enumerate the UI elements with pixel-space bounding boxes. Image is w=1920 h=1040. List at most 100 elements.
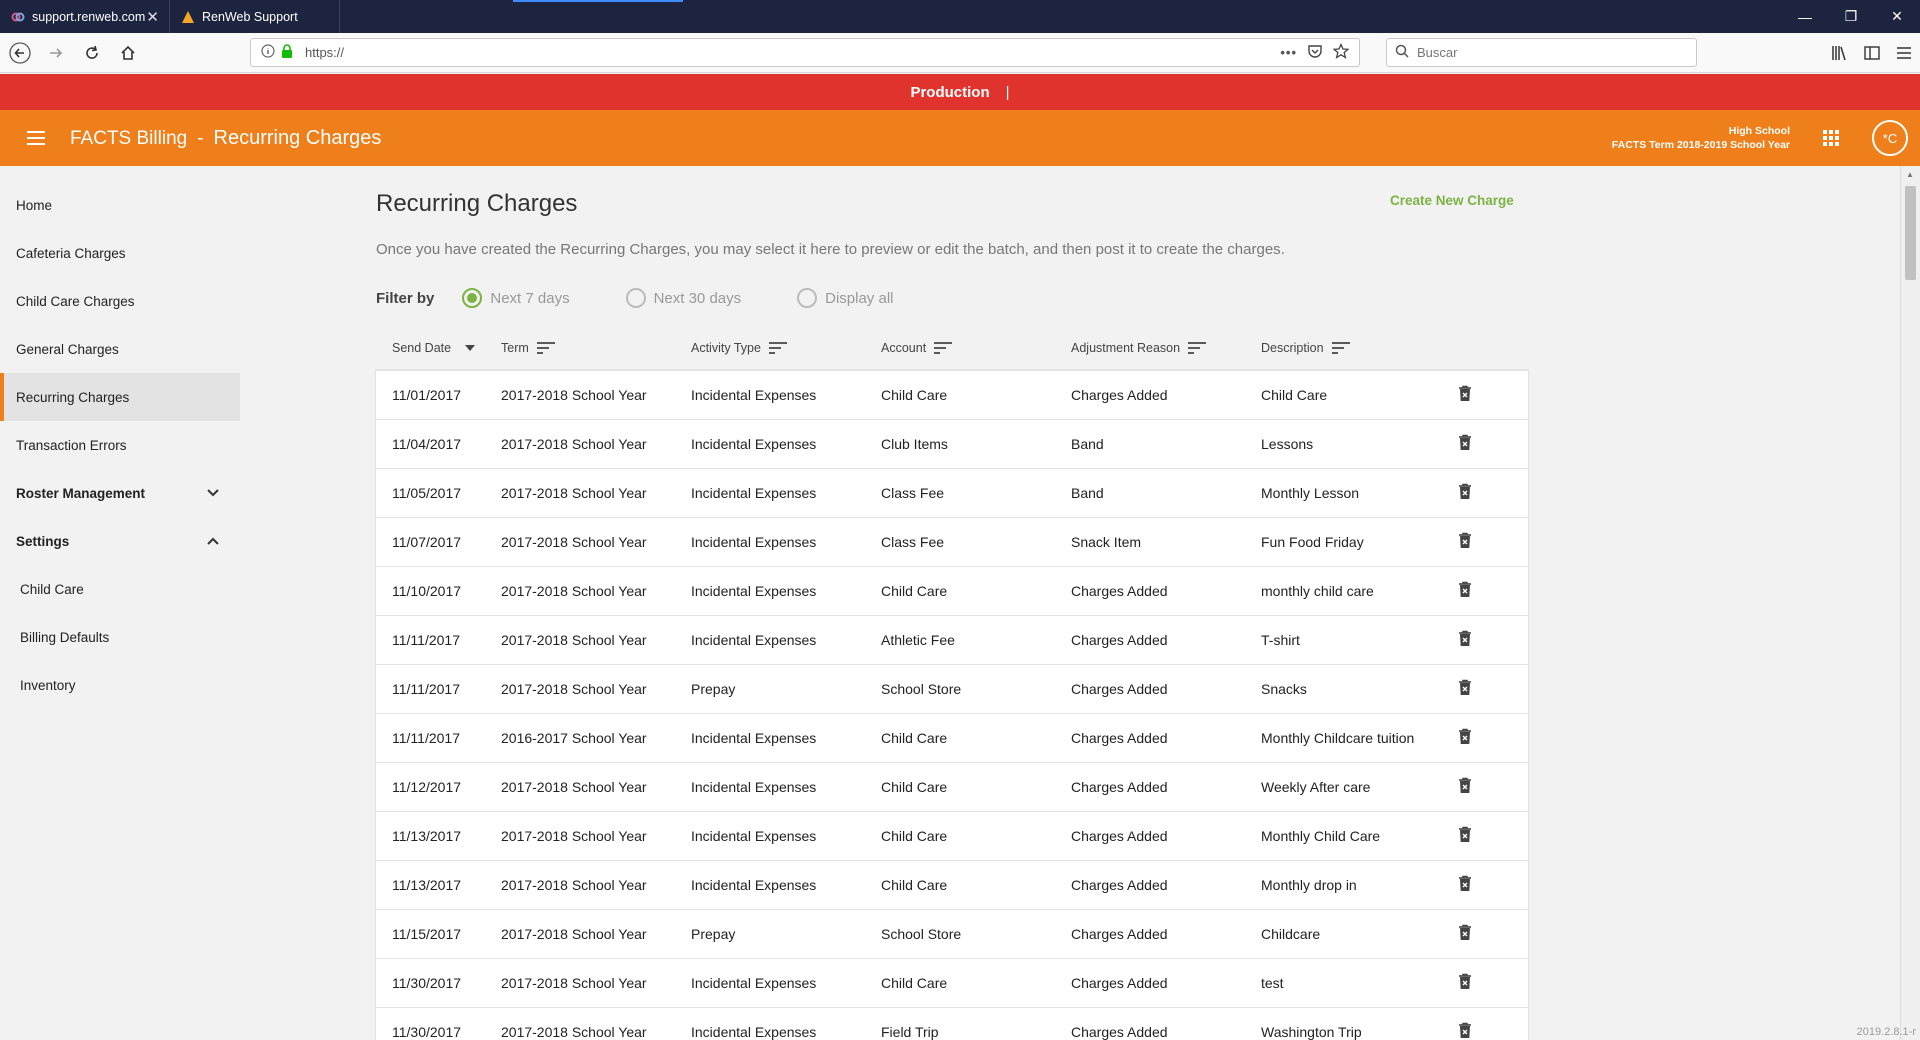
table-row[interactable]: 11/30/2017 2017-2018 School Year Incidenta…: [376, 959, 1528, 1008]
bookmark-star-icon[interactable]: [1332, 42, 1350, 62]
library-icon[interactable]: [1824, 37, 1856, 69]
column-term[interactable]: Term: [501, 341, 691, 355]
radio-label: Next 30 days: [653, 289, 742, 307]
filter-next-30-days-radio[interactable]: Next 30 days: [625, 288, 742, 308]
app-title: FACTS Billing - Recurring Charges: [70, 127, 381, 150]
table-row[interactable]: 11/07/2017 2017-2018 School Year Incidenta…: [376, 518, 1528, 567]
delete-row-button[interactable]: [1458, 679, 1528, 699]
description-cell: Lessons: [1261, 436, 1314, 452]
adjustment-reason-cell: Charges Added: [1071, 779, 1168, 795]
browser-tab-2[interactable]: RenWeb Support: [170, 0, 340, 33]
delete-row-button[interactable]: [1458, 875, 1528, 895]
sidebar-group-settings[interactable]: Settings: [0, 517, 240, 565]
scroll-up-icon[interactable]: ▲: [1906, 170, 1914, 179]
create-new-charge-link[interactable]: Create New Charge: [1390, 193, 1514, 208]
delete-row-button[interactable]: [1458, 728, 1528, 748]
app-grid-icon[interactable]: [1818, 125, 1844, 151]
close-window-icon[interactable]: ✕: [1874, 0, 1920, 33]
table-row[interactable]: 11/11/2017 2017-2018 School Year Incidenta…: [376, 616, 1528, 665]
table-row[interactable]: 11/13/2017 2017-2018 School Year Incidenta…: [376, 861, 1528, 910]
sidebar-item-home[interactable]: Home: [0, 181, 240, 229]
sort-icon[interactable]: [536, 342, 555, 354]
browser-tab-1[interactable]: support.renweb.com ✕: [0, 0, 170, 33]
url-bar[interactable]: https:// •••: [250, 38, 1360, 67]
reload-icon[interactable]: [76, 37, 108, 69]
column-description[interactable]: Description: [1261, 341, 1458, 355]
sidebar-toggle-icon[interactable]: [1856, 37, 1888, 69]
table-row[interactable]: 11/15/2017 2017-2018 School Year Prepay Sch…: [376, 910, 1528, 959]
adjustment-reason-cell: Charges Added: [1071, 828, 1168, 844]
description-cell: Fun Food Friday: [1261, 534, 1364, 550]
description-cell: T-shirt: [1261, 632, 1300, 648]
send-date-cell: 11/01/2017: [392, 387, 462, 403]
table-row[interactable]: 11/10/2017 2017-2018 School Year Incidenta…: [376, 567, 1528, 616]
trash-icon: [1458, 875, 1472, 895]
delete-row-button[interactable]: [1458, 973, 1528, 993]
sidebar-item-child-care-charges[interactable]: Child Care Charges: [0, 277, 240, 325]
delete-row-button[interactable]: [1458, 630, 1528, 650]
table-row[interactable]: 11/05/2017 2017-2018 School Year Incidenta…: [376, 469, 1528, 518]
filter-display-all-radio[interactable]: Display all: [797, 288, 893, 308]
table-row[interactable]: 11/30/2017 2017-2018 School Year Incidenta…: [376, 1008, 1528, 1040]
school-info[interactable]: High School FACTS Term 2018-2019 School …: [1612, 124, 1790, 152]
recurring-charges-table: Send Date Term Activity Type Account Adj…: [376, 326, 1528, 1040]
table-row[interactable]: 11/01/2017 2017-2018 School Year Incidenta…: [376, 371, 1528, 420]
table-row[interactable]: 11/04/2017 2017-2018 School Year Incidenta…: [376, 420, 1528, 469]
page-scrollbar[interactable]: ▲: [1900, 166, 1920, 1040]
more-actions-icon[interactable]: •••: [1280, 45, 1297, 60]
user-avatar[interactable]: *C: [1872, 120, 1908, 156]
term-cell: 2017-2018 School Year: [501, 877, 647, 893]
table-header: Send Date Term Activity Type Account Adj…: [376, 326, 1528, 370]
column-adjustment-reason[interactable]: Adjustment Reason: [1071, 341, 1261, 355]
close-tab-icon[interactable]: ✕: [146, 8, 159, 26]
table-body: 11/01/2017 2017-2018 School Year Incidenta…: [376, 370, 1528, 1040]
filter-next-7-days-radio[interactable]: Next 7 days: [462, 288, 570, 308]
sidebar-group-roster-management[interactable]: Roster Management: [0, 469, 240, 517]
delete-row-button[interactable]: [1458, 924, 1528, 944]
sort-icon[interactable]: [934, 342, 953, 354]
sidebar-item-recurring-charges[interactable]: Recurring Charges: [0, 373, 240, 421]
sidebar-item-child-care[interactable]: Child Care: [0, 565, 240, 613]
info-icon[interactable]: [261, 44, 275, 61]
sidebar-item-inventory[interactable]: Inventory: [0, 661, 240, 709]
sort-desc-icon[interactable]: [465, 345, 476, 351]
delete-row-button[interactable]: [1458, 581, 1528, 601]
sidebar-item-billing-defaults[interactable]: Billing Defaults: [0, 613, 240, 661]
term-cell: 2017-2018 School Year: [501, 975, 647, 991]
back-icon[interactable]: [4, 37, 36, 69]
delete-row-button[interactable]: [1458, 826, 1528, 846]
sort-icon[interactable]: [1331, 342, 1350, 354]
menu-icon[interactable]: [1888, 37, 1920, 69]
banner-separator: |: [1005, 83, 1010, 101]
delete-row-button[interactable]: [1458, 1022, 1528, 1040]
table-row[interactable]: 11/11/2017 2017-2018 School Year Prepay Sch…: [376, 665, 1528, 714]
restore-icon[interactable]: ❐: [1828, 0, 1874, 33]
term-cell: 2017-2018 School Year: [501, 681, 647, 697]
home-icon[interactable]: [112, 37, 144, 69]
column-account[interactable]: Account: [881, 341, 1071, 355]
sidebar-item-transaction-errors[interactable]: Transaction Errors: [0, 421, 240, 469]
delete-row-button[interactable]: [1458, 434, 1528, 454]
delete-row-button[interactable]: [1458, 483, 1528, 503]
sort-icon[interactable]: [1188, 342, 1207, 354]
delete-row-button[interactable]: [1458, 777, 1528, 797]
sort-icon[interactable]: [768, 342, 787, 354]
table-row[interactable]: 11/13/2017 2017-2018 School Year Incidenta…: [376, 812, 1528, 861]
browser-search-bar[interactable]: Buscar: [1386, 38, 1697, 67]
sidebar-item-general-charges[interactable]: General Charges: [0, 325, 240, 373]
forward-icon[interactable]: [40, 37, 72, 69]
pocket-icon[interactable]: [1307, 43, 1323, 62]
sidebar-item-cafeteria-charges[interactable]: Cafeteria Charges: [0, 229, 240, 277]
delete-row-button[interactable]: [1458, 385, 1528, 405]
table-row[interactable]: 11/12/2017 2017-2018 School Year Incidenta…: [376, 763, 1528, 812]
scroll-thumb[interactable]: [1905, 186, 1916, 280]
hamburger-menu-icon[interactable]: [18, 130, 54, 146]
send-date-cell: 11/11/2017: [392, 632, 460, 648]
minimize-icon[interactable]: —: [1782, 0, 1828, 33]
adjustment-reason-cell: Snack Item: [1071, 534, 1142, 550]
column-send-date[interactable]: Send Date: [376, 341, 501, 355]
column-activity-type[interactable]: Activity Type: [691, 341, 881, 355]
delete-row-button[interactable]: [1458, 532, 1528, 552]
table-row[interactable]: 11/11/2017 2016-2017 School Year Incidenta…: [376, 714, 1528, 763]
send-date-cell: 11/13/2017: [392, 828, 462, 844]
